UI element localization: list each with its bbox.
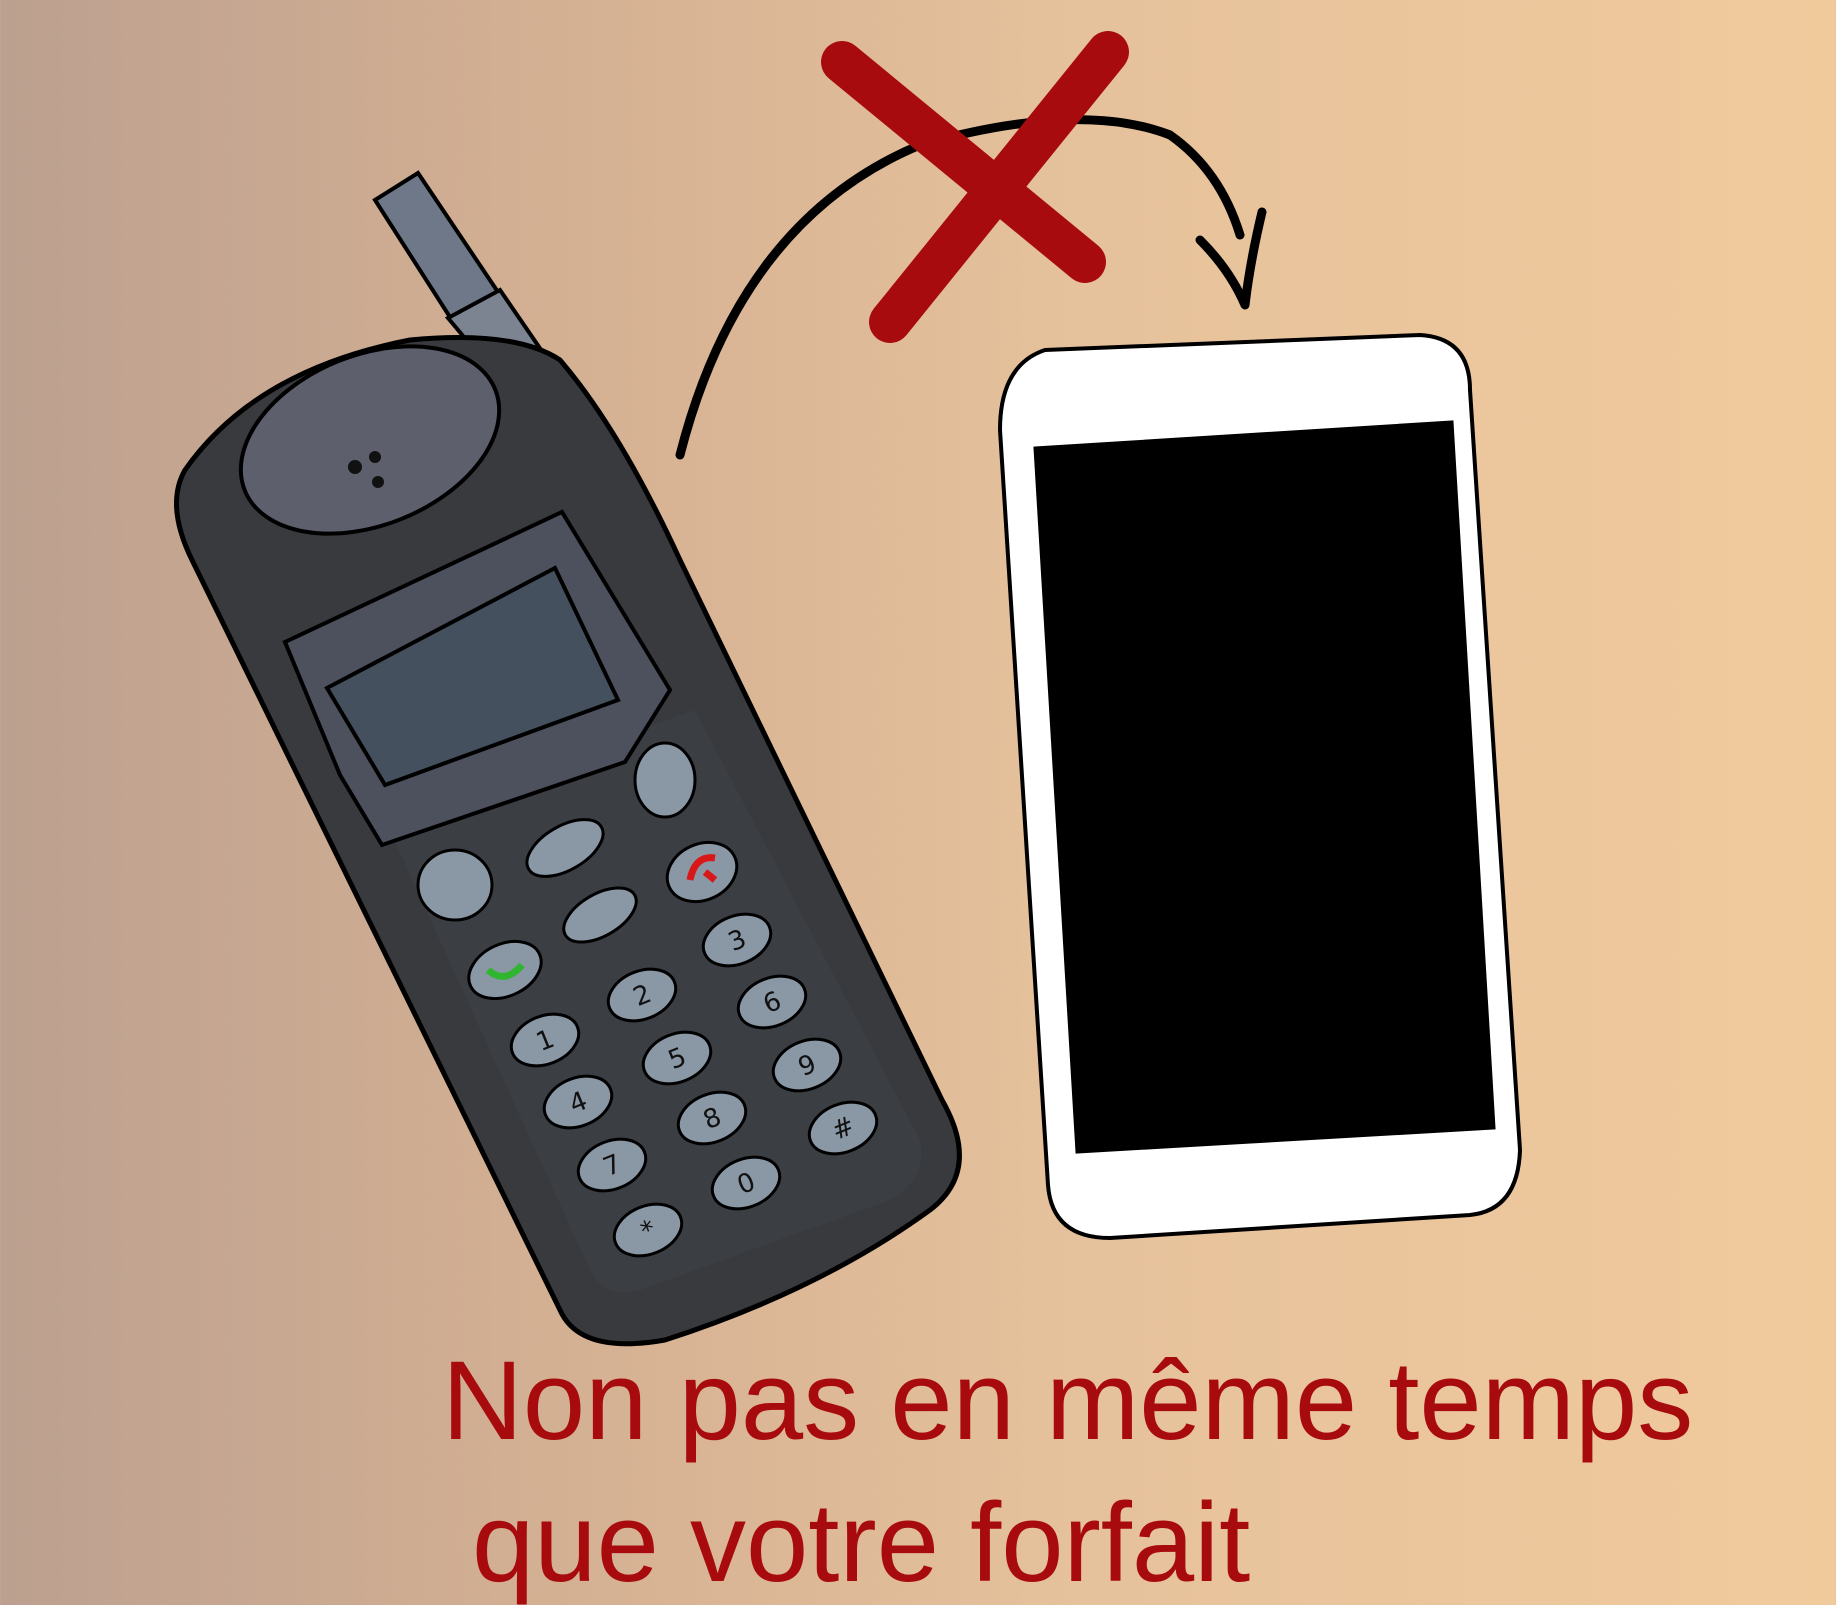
caption-line-2: que votre forfait <box>472 1480 1251 1605</box>
cross-mark-icon <box>821 31 1129 343</box>
left-soft-key[interactable] <box>416 848 494 922</box>
caption-line-1: Non pas en même temps <box>442 1338 1694 1463</box>
smartphone-screen <box>1033 420 1496 1154</box>
old-phone: 1 2 3 4 5 6 7 8 9 * 0 # <box>174 170 962 1347</box>
smartphone <box>997 332 1523 1241</box>
right-soft-key[interactable] <box>633 741 697 819</box>
